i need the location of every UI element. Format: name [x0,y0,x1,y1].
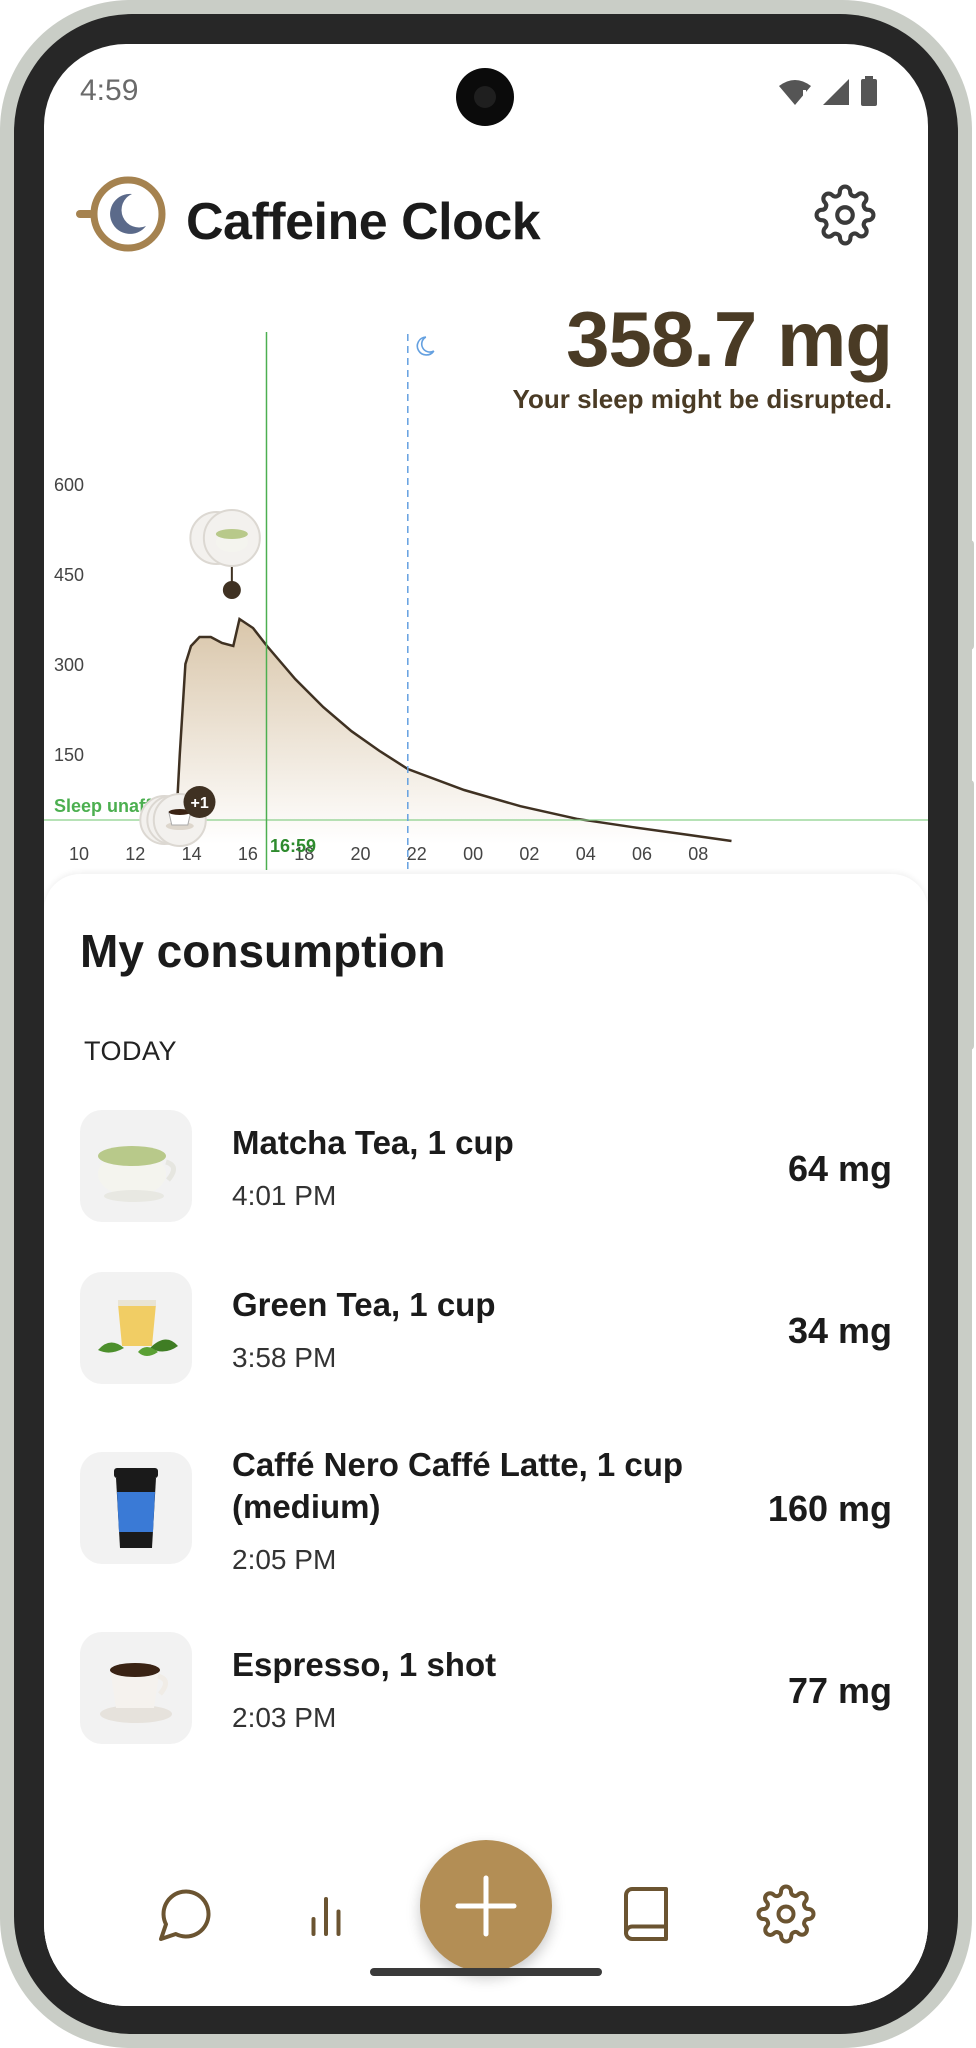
marker-dot [222,581,241,599]
list-item[interactable]: Matcha Tea, 1 cup 4:01 PM 64 mg [80,1110,892,1222]
stats-icon [311,1897,341,1936]
front-camera [456,68,514,126]
matcha-cup-icon [80,1110,192,1222]
nav-settings-button[interactable] [756,1884,816,1944]
list-item[interactable]: Green Tea, 1 cup 3:58 PM 34 mg [80,1272,892,1384]
app-screen: 4:59 Caffeine Clock 600 450 300 150 10 1… [44,44,928,2006]
x-tick-label: 06 [632,844,652,864]
item-amount: 34 mg [787,1310,892,1351]
signal-icon [823,79,849,105]
add-drink-button[interactable] [420,1840,552,1972]
x-tick-label: 16 [238,844,258,864]
item-name: Green Tea, 1 cup [232,1286,496,1323]
nav-stats-button[interactable] [296,1884,356,1944]
x-tick-label: 10 [69,844,89,864]
add-icon [455,1875,517,1937]
item-time: 2:05 PM [232,1544,337,1575]
y-tick-label: 450 [54,565,84,585]
power-button [966,780,974,1050]
moon-icon [416,336,435,356]
x-tick-label: 22 [407,844,427,864]
gear-icon [814,184,876,246]
y-tick-label: 150 [54,745,84,765]
y-tick-label: 300 [54,655,84,675]
list-item[interactable]: Espresso, 1 shot 2:03 PM 77 mg [80,1632,892,1744]
consumption-title: My consumption [80,925,446,977]
nav-library-button[interactable] [616,1884,676,1944]
x-tick-label: 00 [463,844,483,864]
item-name: Caffé Nero Caffé Latte, 1 cup (medium) [232,1446,684,1525]
x-tick-label: 08 [688,844,708,864]
x-tick-label: 02 [519,844,539,864]
chat-icon [159,1889,211,1941]
badge-label: +1 [190,795,208,812]
item-name: Espresso, 1 shot [232,1646,497,1683]
section-today-label: TODAY [84,1036,178,1066]
sleep-message: Your sleep might be disrupted. [512,384,892,414]
item-name: Matcha Tea, 1 cup [232,1124,514,1161]
app-logo-icon [76,174,172,254]
espresso-cup-icon [80,1632,192,1744]
app-title: Caffeine Clock [186,193,541,251]
item-time: 2:03 PM [232,1702,337,1733]
item-amount: 77 mg [787,1670,892,1711]
item-amount: 64 mg [787,1148,892,1189]
status-bar: 4:59 [44,44,928,144]
status-time: 4:59 [80,74,139,107]
battery-icon [861,76,877,106]
current-time-label: 16:59 [270,836,317,856]
volume-button [966,540,974,650]
item-time: 4:01 PM [232,1180,337,1211]
y-tick-label: 600 [54,475,84,495]
x-tick-label: 04 [576,844,596,864]
nav-chat-button[interactable] [156,1884,216,1944]
x-tick-label: 12 [125,844,145,864]
caffeine-area [175,619,732,844]
item-time: 3:58 PM [232,1342,337,1373]
status-icons [778,76,878,106]
more-markers-badge[interactable]: +1 [183,786,216,818]
header-settings-button[interactable] [814,184,876,246]
current-caffeine-value: 358.7 mg [566,295,893,383]
home-indicator [370,1968,602,1976]
x-tick-label: 20 [351,844,371,864]
x-tick-label: 14 [182,844,202,864]
drink-marker-matcha[interactable] [202,509,261,567]
list-item[interactable]: Caffé Nero Caffé Latte, 1 cup (medium) 2… [80,1446,892,1575]
settings-icon [756,1884,816,1944]
wifi-icon [779,80,811,105]
item-amount: 160 mg [767,1488,892,1529]
green-tea-icon [80,1272,192,1384]
book-icon [624,1887,668,1941]
takeaway-cup-icon [80,1452,192,1564]
